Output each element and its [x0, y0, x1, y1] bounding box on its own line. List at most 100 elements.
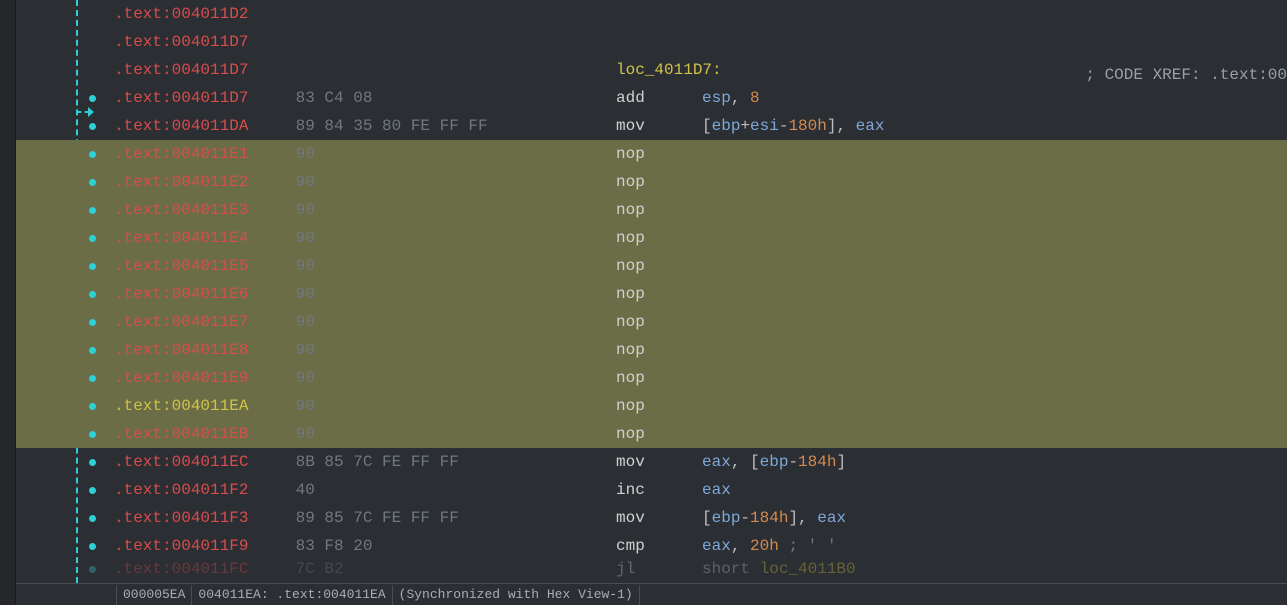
breakpoint-dot[interactable]: [89, 291, 96, 298]
row-content: .text:004011E7 90nop: [104, 313, 1287, 331]
address-text: .text:004011D2: [114, 5, 286, 23]
disassembly-listing[interactable]: .text:004011D2.text:004011D7.text:004011…: [16, 0, 1287, 583]
breakpoint-dot[interactable]: [89, 543, 96, 550]
disasm-row[interactable]: .text:004011F9 83 F8 20cmpeax, 20h ; ' ': [16, 532, 1287, 560]
row-content: .text:004011E8 90nop: [104, 341, 1287, 359]
address-text: .text:004011E5: [114, 257, 286, 275]
breakpoint-dot[interactable]: [89, 459, 96, 466]
breakpoint-dot[interactable]: [89, 515, 96, 522]
row-content: .text:004011E6 90nop: [104, 285, 1287, 303]
disasm-row[interactable]: .text:004011E2 90nop: [16, 168, 1287, 196]
opcode-bytes: 90: [286, 145, 616, 163]
disasm-row[interactable]: .text:004011E6 90nop: [16, 280, 1287, 308]
breakpoint-dot[interactable]: [89, 319, 96, 326]
breakpoint-dot[interactable]: [89, 375, 96, 382]
address-text: .text:004011E8: [114, 341, 286, 359]
status-offset: 000005EA: [116, 585, 192, 605]
address-text: .text:004011E2: [114, 173, 286, 191]
disasm-row[interactable]: .text:004011DA 89 84 35 80 FE FF FFmov[e…: [16, 112, 1287, 140]
row-content: .text:004011E5 90nop: [104, 257, 1287, 275]
operands-text: [ebp+esi-180h], eax: [702, 117, 884, 135]
root: .text:004011D2.text:004011D7.text:004011…: [0, 0, 1287, 605]
address-text: .text:004011E4: [114, 229, 286, 247]
disasm-row[interactable]: .text:004011D7: [16, 28, 1287, 56]
disasm-row[interactable]: .text:004011FC 7C B2jlshort loc_4011B0: [16, 560, 1287, 578]
disasm-row[interactable]: .text:004011E8 90nop: [16, 336, 1287, 364]
row-content: .text:004011D7 83 C4 08addesp, 8: [104, 89, 1287, 107]
row-content: .text:004011E1 90nop: [104, 145, 1287, 163]
address-text: .text:004011E1: [114, 145, 286, 163]
disasm-row[interactable]: .text:004011F3 89 85 7C FE FF FFmov[ebp-…: [16, 504, 1287, 532]
status-bar: 000005EA 004011EA: .text:004011EA (Synch…: [16, 583, 1287, 605]
breakpoint-dot[interactable]: [89, 347, 96, 354]
address-text: .text:004011F2: [114, 481, 286, 499]
disasm-row[interactable]: .text:004011E5 90nop: [16, 252, 1287, 280]
mnemonic-text: nop: [616, 341, 702, 359]
opcode-bytes: 90: [286, 257, 616, 275]
opcode-bytes: 90: [286, 341, 616, 359]
disasm-row[interactable]: .text:004011D2: [16, 0, 1287, 28]
operands-text: eax, 20h ; ' ': [702, 537, 836, 555]
disasm-row[interactable]: .text:004011E1 90nop: [16, 140, 1287, 168]
row-content: .text:004011E3 90nop: [104, 201, 1287, 219]
disasm-row[interactable]: .text:004011EA 90nop: [16, 392, 1287, 420]
operands-text: eax: [702, 481, 731, 499]
mnemonic-text: nop: [616, 313, 702, 331]
disasm-row[interactable]: .text:004011E3 90nop: [16, 196, 1287, 224]
row-content: .text:004011EB 90nop: [104, 425, 1287, 443]
disasm-row[interactable]: .text:004011D7 83 C4 08addesp, 8: [16, 84, 1287, 112]
row-content: .text:004011F9 83 F8 20cmpeax, 20h ; ' ': [104, 537, 1287, 555]
address-text: .text:004011EB: [114, 425, 286, 443]
opcode-bytes: 83 F8 20: [286, 537, 616, 555]
label-text[interactable]: loc_4011D7:: [616, 61, 722, 79]
breakpoint-dot[interactable]: [89, 263, 96, 270]
address-text: .text:004011E9: [114, 369, 286, 387]
address-text: .text:004011D7: [114, 89, 286, 107]
opcode-bytes: 90: [286, 173, 616, 191]
breakpoint-dot[interactable]: [89, 95, 96, 102]
operands-text: esp, 8: [702, 89, 760, 107]
mnemonic-text: nop: [616, 145, 702, 163]
breakpoint-dot[interactable]: [89, 179, 96, 186]
disasm-row[interactable]: .text:004011F2 40inceax: [16, 476, 1287, 504]
status-location: 004011EA: .text:004011EA: [191, 585, 392, 605]
opcode-bytes: 90: [286, 397, 616, 415]
mnemonic-text: cmp: [616, 537, 702, 555]
opcode-bytes: 90: [286, 369, 616, 387]
breakpoint-dot[interactable]: [89, 566, 96, 573]
address-text: .text:004011DA: [114, 117, 286, 135]
breakpoint-dot[interactable]: [89, 403, 96, 410]
mnemonic-text: nop: [616, 369, 702, 387]
row-content: .text:004011DA 89 84 35 80 FE FF FFmov[e…: [104, 117, 1287, 135]
mnemonic-text: nop: [616, 397, 702, 415]
opcode-bytes: 90: [286, 313, 616, 331]
row-content: .text:004011D7: [104, 33, 1287, 51]
disasm-row[interactable]: .text:004011E4 90nop: [16, 224, 1287, 252]
row-content: .text:004011EC 8B 85 7C FE FF FFmoveax, …: [104, 453, 1287, 471]
disasm-row[interactable]: .text:004011EB 90nop: [16, 420, 1287, 448]
address-text: .text:004011E6: [114, 285, 286, 303]
mnemonic-text: nop: [616, 229, 702, 247]
breakpoint-dot[interactable]: [89, 151, 96, 158]
address-text: .text:004011FC: [114, 560, 286, 578]
row-content: .text:004011D2: [104, 5, 1287, 23]
operands-text: short loc_4011B0: [702, 560, 856, 578]
disasm-row[interactable]: .text:004011E9 90nop: [16, 364, 1287, 392]
breakpoint-dot[interactable]: [89, 235, 96, 242]
row-content: .text:004011F3 89 85 7C FE FF FFmov[ebp-…: [104, 509, 1287, 527]
breakpoint-dot[interactable]: [89, 207, 96, 214]
disasm-row[interactable]: .text:004011D7loc_4011D7:; CODE XREF: .t…: [16, 56, 1287, 84]
address-text: .text:004011E3: [114, 201, 286, 219]
breakpoint-dot[interactable]: [89, 123, 96, 130]
operands-text: [ebp-184h], eax: [702, 509, 846, 527]
row-content: .text:004011E9 90nop: [104, 369, 1287, 387]
disasm-row[interactable]: .text:004011E7 90nop: [16, 308, 1287, 336]
address-text: .text:004011EC: [114, 453, 286, 471]
breakpoint-dot[interactable]: [89, 431, 96, 438]
opcode-bytes: 40: [286, 481, 616, 499]
disasm-row[interactable]: .text:004011EC 8B 85 7C FE FF FFmoveax, …: [16, 448, 1287, 476]
operands-text: eax, [ebp-184h]: [702, 453, 846, 471]
opcode-bytes: 8B 85 7C FE FF FF: [286, 453, 616, 471]
breakpoint-dot[interactable]: [89, 487, 96, 494]
opcode-bytes: 90: [286, 285, 616, 303]
